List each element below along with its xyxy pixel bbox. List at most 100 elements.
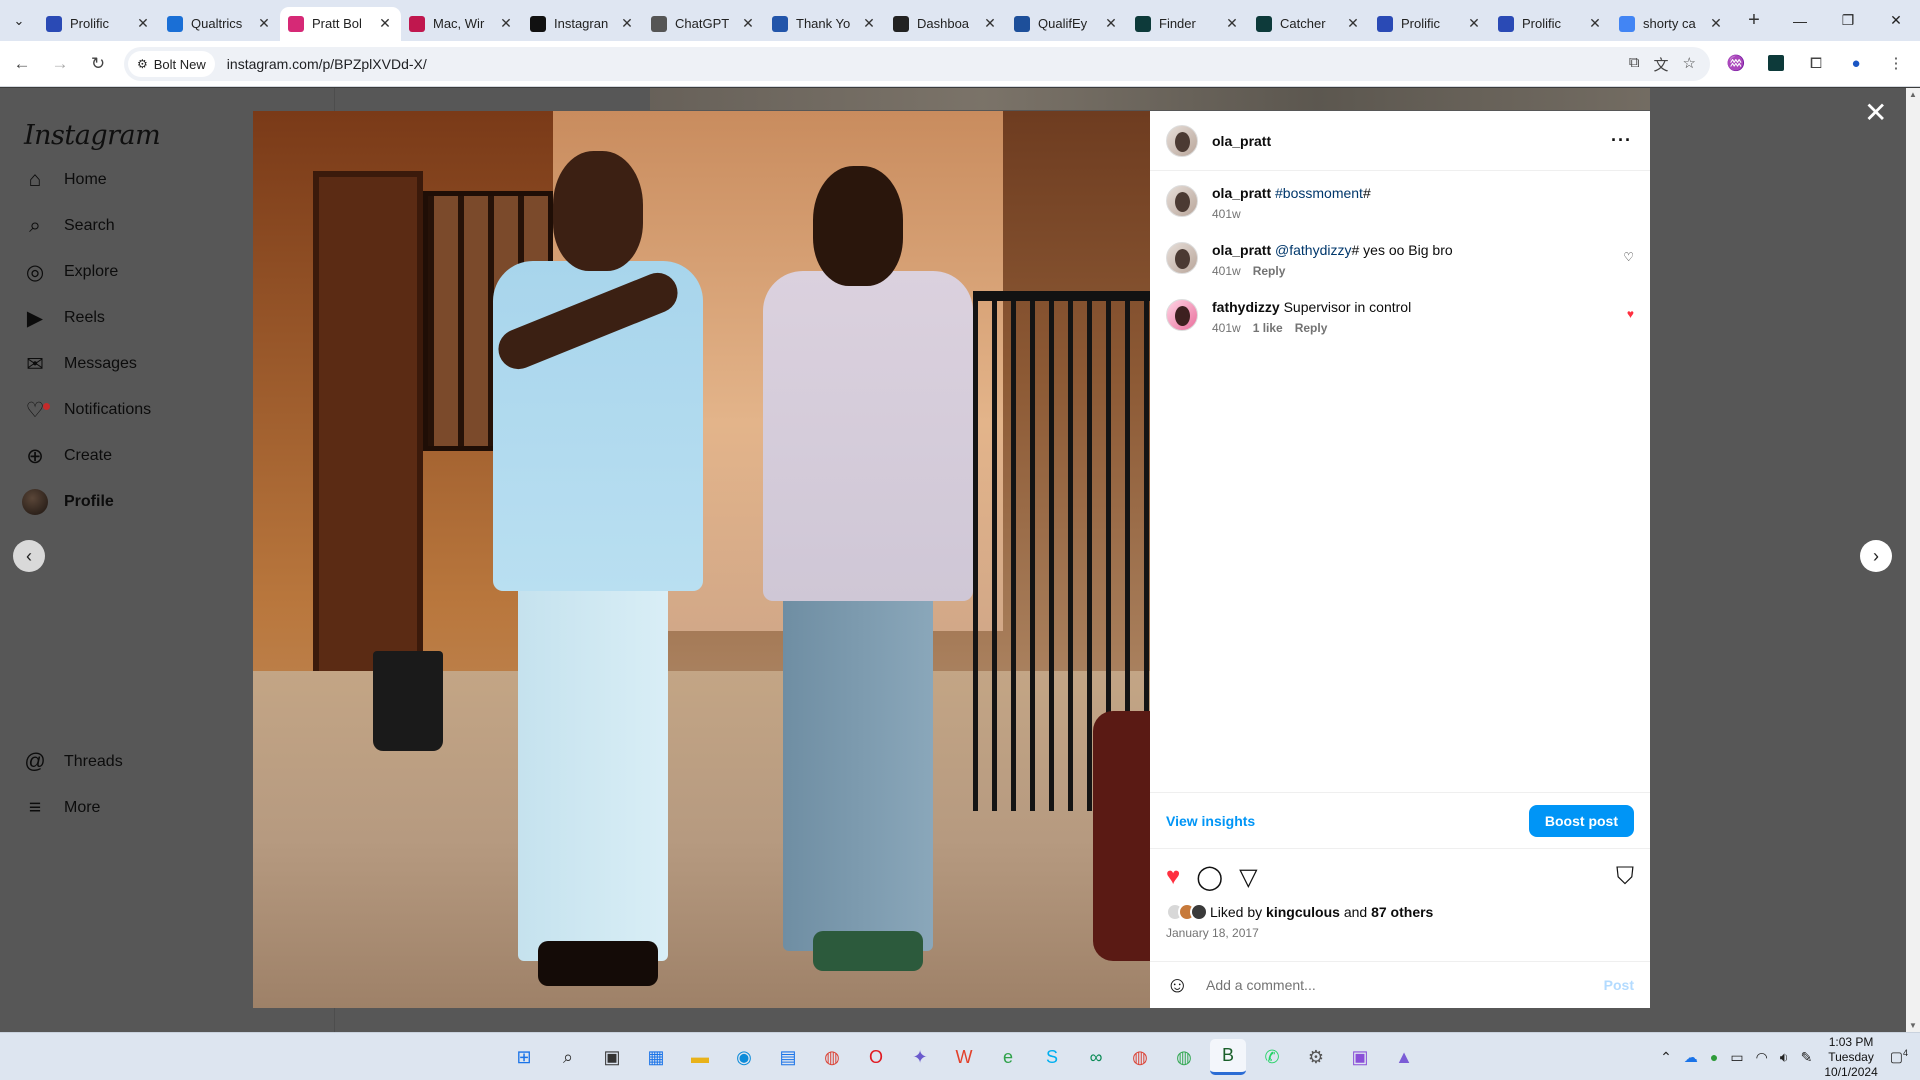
clock[interactable]: 1:03 PM Tuesday 10/1/2024	[1824, 1035, 1877, 1080]
nav-item-explore[interactable]: ◎ Explore	[22, 252, 118, 292]
comment-time[interactable]: 401w	[1212, 321, 1241, 335]
extensions-puzzle-icon[interactable]: ⧠	[1802, 49, 1830, 77]
reply-link[interactable]: Reply	[1295, 321, 1328, 335]
chrome-profile-icon[interactable]: ◍	[1122, 1039, 1158, 1075]
browser-tab[interactable]: Catcher ✕	[1248, 7, 1369, 41]
volume-icon[interactable]: 🔉︎	[1780, 1049, 1789, 1066]
browser-tab[interactable]: Pratt Bol ✕	[280, 6, 401, 41]
nav-item-reels[interactable]: ▶ Reels	[22, 298, 105, 338]
tab-close-icon[interactable]: ✕	[740, 15, 756, 32]
photos-icon[interactable]: ▲	[1386, 1039, 1422, 1075]
post-date[interactable]: January 18, 2017	[1166, 926, 1259, 940]
comment-input[interactable]	[1206, 977, 1586, 993]
close-icon[interactable]: ✕	[1864, 96, 1887, 129]
nav-item-messages[interactable]: ✉ Messages	[22, 344, 137, 384]
forward-button[interactable]: →	[44, 48, 76, 80]
browser-tab[interactable]: Prolific ✕	[1369, 7, 1490, 41]
nav-item-threads[interactable]: @ Threads	[22, 742, 122, 782]
more-options-icon[interactable]: ···	[1611, 130, 1632, 151]
start-windows-icon[interactable]: ⊞	[506, 1039, 542, 1075]
commenter-username[interactable]: fathydizzy	[1212, 299, 1280, 315]
comment-likes[interactable]: 1 like	[1253, 321, 1283, 335]
tab-close-icon[interactable]: ✕	[1103, 15, 1119, 32]
comment-mention[interactable]: @fathydizzy	[1275, 242, 1351, 258]
wps-icon[interactable]: W	[946, 1039, 982, 1075]
like-heart-icon[interactable]: ♥	[1166, 863, 1180, 891]
whatsapp-icon[interactable]: ✆	[1254, 1039, 1290, 1075]
mts-extension-icon[interactable]	[1762, 49, 1790, 77]
settings-gear-icon[interactable]: ⚙	[1298, 1039, 1334, 1075]
tab-close-icon[interactable]: ✕	[861, 15, 877, 32]
browser-tab[interactable]: QualifEy ✕	[1006, 7, 1127, 41]
tab-search-button[interactable]: ⌄	[0, 0, 38, 41]
post-photo[interactable]	[253, 111, 1150, 1008]
reply-link[interactable]: Reply	[1253, 264, 1286, 278]
browser-tab[interactable]: Prolific ✕	[38, 7, 159, 41]
browser-tab[interactable]: Thank Yo ✕	[764, 7, 885, 41]
tab-close-icon[interactable]: ✕	[377, 15, 393, 32]
commenter-avatar[interactable]	[1166, 185, 1198, 217]
nav-item-home[interactable]: ⌂ Home	[22, 160, 107, 200]
chrome-menu-icon[interactable]: ⋮	[1882, 49, 1910, 77]
notifications-icon[interactable]: ▢4	[1890, 1048, 1908, 1066]
browser-tab[interactable]: shorty ca ✕	[1611, 7, 1732, 41]
instagram-logo[interactable]: Instagram	[24, 120, 161, 151]
edge-icon[interactable]: ◉	[726, 1039, 762, 1075]
install-app-icon[interactable]: ⧉	[1629, 54, 1640, 75]
widgets-icon[interactable]: ▦	[638, 1039, 674, 1075]
browser-tab[interactable]: ChatGPT ✕	[643, 7, 764, 41]
tab-close-icon[interactable]: ✕	[256, 15, 272, 32]
photo-app-icon[interactable]: ▣	[1342, 1039, 1378, 1075]
tab-close-icon[interactable]: ✕	[1345, 15, 1361, 32]
tab-close-icon[interactable]: ✕	[1708, 15, 1724, 32]
previous-post-button[interactable]: ‹	[13, 540, 45, 572]
tab-close-icon[interactable]: ✕	[1224, 15, 1240, 32]
prolific-extension-icon[interactable]: ♒	[1722, 49, 1750, 77]
save-bookmark-icon[interactable]: ⛉	[1616, 863, 1634, 891]
commenter-avatar[interactable]	[1166, 299, 1198, 331]
emoji-icon[interactable]: ☺	[1166, 972, 1192, 998]
comment-mention[interactable]: #bossmoment	[1275, 185, 1363, 201]
comment-time[interactable]: 401w	[1212, 207, 1241, 221]
back-button[interactable]: ←	[6, 48, 38, 80]
close-window-button[interactable]: ✕	[1872, 0, 1920, 41]
browser-tab[interactable]: Dashboa ✕	[885, 7, 1006, 41]
new-tab-button[interactable]: +	[1738, 9, 1770, 32]
comment-like-heart-icon[interactable]: ♡	[1623, 250, 1634, 264]
tab-close-icon[interactable]: ✕	[1587, 15, 1603, 32]
view-insights-link[interactable]: View insights	[1166, 813, 1255, 829]
author-avatar[interactable]	[1166, 124, 1198, 157]
tab-close-icon[interactable]: ✕	[619, 15, 635, 32]
tab-close-icon[interactable]: ✕	[135, 15, 151, 32]
url-text[interactable]: instagram.com/p/BPZplXVDd-X/	[227, 56, 427, 72]
copilot-icon[interactable]: ✦	[902, 1039, 938, 1075]
comment-time[interactable]: 401w	[1212, 264, 1241, 278]
taskbar-search-icon[interactable]: ⌕	[550, 1039, 586, 1075]
skype-icon[interactable]: S	[1034, 1039, 1070, 1075]
page-scrollbar[interactable]: ▲ ▼	[1906, 88, 1920, 1032]
share-icon[interactable]: ▽	[1239, 863, 1257, 892]
edge-legacy-icon[interactable]: e	[990, 1039, 1026, 1075]
chrome-alt-icon[interactable]: ◍	[1166, 1039, 1202, 1075]
restore-button[interactable]: ❐	[1824, 0, 1872, 41]
next-post-button[interactable]: ›	[1860, 540, 1892, 572]
battery-icon[interactable]: ▭	[1730, 1049, 1743, 1066]
tab-close-icon[interactable]: ✕	[1466, 15, 1482, 32]
translate-icon[interactable]: ⽂	[1654, 54, 1669, 75]
chevron-up-icon[interactable]: ⌃	[1660, 1049, 1672, 1066]
store-icon[interactable]: ▤	[770, 1039, 806, 1075]
scroll-down-arrow-icon[interactable]: ▼	[1909, 1021, 1917, 1030]
reload-button[interactable]: ↻	[82, 48, 114, 80]
file-explorer-icon[interactable]: ▬	[682, 1039, 718, 1075]
bolt-new-icon[interactable]: B	[1210, 1039, 1246, 1075]
liked-by-user-link[interactable]: kingculous	[1266, 904, 1340, 920]
author-username[interactable]: ola_pratt	[1212, 133, 1271, 149]
nav-item-profile[interactable]: Profile	[22, 482, 114, 522]
nav-item-create[interactable]: ⊕ Create	[22, 436, 112, 476]
site-info-chip[interactable]: ⚙ Bolt New	[128, 51, 215, 77]
post-comment-button[interactable]: Post	[1604, 977, 1634, 993]
wifi-icon[interactable]: ◠	[1756, 1049, 1768, 1066]
browser-tab[interactable]: Mac, Wir ✕	[401, 7, 522, 41]
browser-tab[interactable]: Instagran ✕	[522, 7, 643, 41]
opera-icon[interactable]: O	[858, 1039, 894, 1075]
